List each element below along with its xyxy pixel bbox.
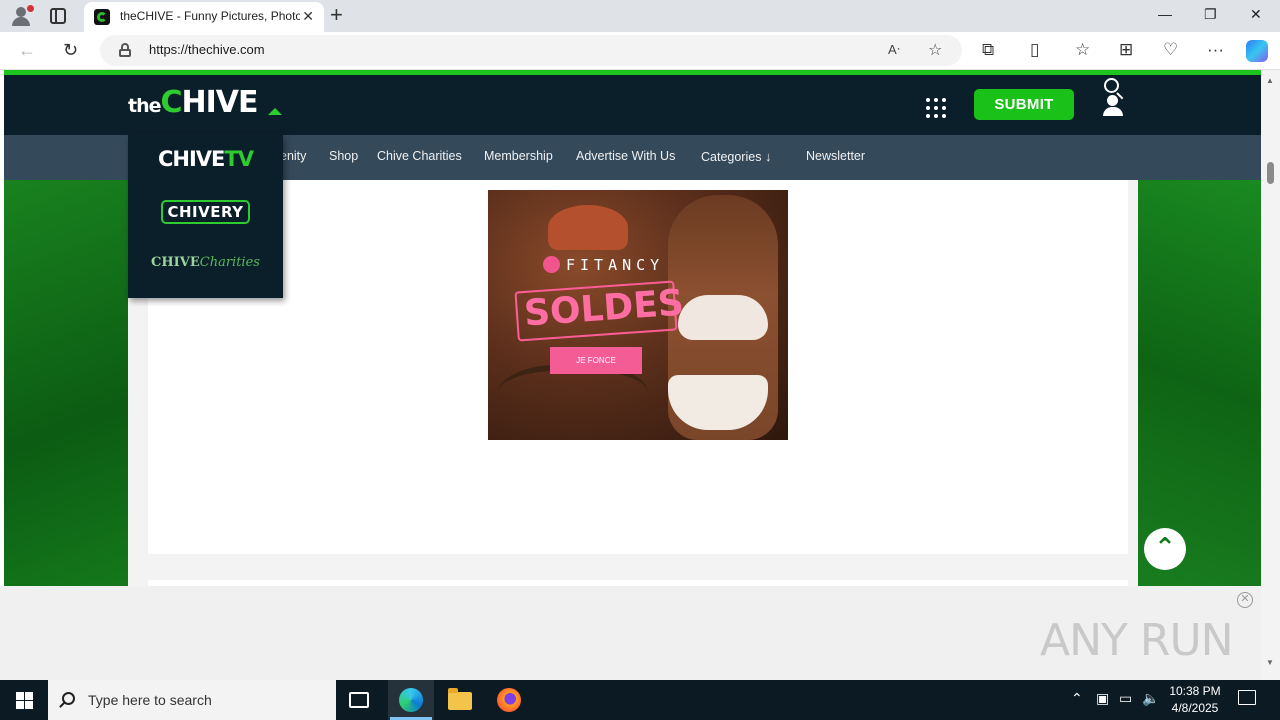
- logo-hive: HIVE: [181, 85, 259, 120]
- volume-icon[interactable]: 🔈: [1142, 690, 1159, 707]
- address-bar[interactable]: https://thechive.com Aᐧ ☆: [100, 35, 962, 66]
- fitancy-logo-icon: [543, 256, 560, 273]
- taskbar-search-placeholder: Type here to search: [88, 692, 212, 708]
- anyrun-watermark: ANY RUN: [1040, 615, 1234, 666]
- notifications-icon[interactable]: [1238, 690, 1256, 705]
- firefox-taskbar-icon[interactable]: [497, 688, 521, 712]
- browser-tab-active[interactable]: theCHIVE - Funny Pictures, Photo ✕: [84, 2, 324, 32]
- browser-essentials-icon[interactable]: ♡: [1163, 40, 1178, 60]
- close-ad-icon[interactable]: ✕: [1237, 592, 1253, 608]
- ad-cta-button[interactable]: JE FONCE: [550, 347, 642, 374]
- tab-close-icon[interactable]: ✕: [302, 8, 314, 25]
- new-tab-button[interactable]: +: [330, 4, 343, 26]
- copilot-icon[interactable]: [1246, 40, 1268, 62]
- logo-c: C: [160, 85, 183, 120]
- scroll-to-top-button[interactable]: ⌃: [1144, 528, 1186, 570]
- ad-lamp-shape: [548, 205, 628, 250]
- dropdown-chivetv[interactable]: CHIVETV: [128, 147, 283, 171]
- nav-item-chive-charities[interactable]: Chive Charities: [377, 149, 462, 163]
- fitancy-ad[interactable]: FITANCY SOLDES JE FONCE: [488, 190, 788, 440]
- dropdown-chivery[interactable]: CHIVERY: [128, 200, 283, 224]
- refresh-icon[interactable]: ↻: [63, 40, 78, 61]
- tab-title: theCHIVE - Funny Pictures, Photo: [120, 9, 300, 23]
- scrollbar-thumb[interactable]: [1267, 162, 1274, 184]
- scroll-up-icon[interactable]: ▲: [1266, 76, 1274, 85]
- scroll-down-icon[interactable]: ▼: [1266, 658, 1274, 667]
- network-icon[interactable]: ▭: [1119, 690, 1132, 707]
- apps-grid-icon[interactable]: [926, 98, 946, 118]
- dropdown-chive-charities[interactable]: CHIVECharities: [128, 255, 283, 270]
- nav-categories-label: Categories: [701, 150, 762, 164]
- double-chevron-up-icon: ⌃: [1154, 532, 1176, 562]
- background-left: [4, 180, 128, 586]
- read-aloud-icon[interactable]: Aᐧ: [888, 42, 900, 58]
- page-scrollbar[interactable]: ▲ ▼: [1261, 70, 1280, 680]
- collections-icon[interactable]: ⊞: [1119, 40, 1133, 60]
- site-favicon-icon: [94, 9, 110, 25]
- charities-main-label: CHIVE: [151, 255, 200, 270]
- meet-now-icon[interactable]: ▣: [1096, 690, 1109, 707]
- clock-time: 10:38 PM: [1169, 684, 1221, 698]
- ad-chair-shape: [498, 365, 648, 435]
- arrow-down-icon: ↓: [764, 149, 772, 164]
- favorites-icon[interactable]: ☆: [1075, 40, 1090, 60]
- search-icon: [62, 692, 75, 705]
- chivetv-label: CHIVE: [158, 147, 225, 171]
- caret-up-icon[interactable]: [268, 108, 282, 115]
- file-explorer-icon[interactable]: [448, 688, 472, 710]
- back-icon[interactable]: ←: [18, 40, 36, 61]
- site-search-icon[interactable]: [1104, 78, 1126, 100]
- extensions-icon[interactable]: ⧉: [982, 40, 994, 60]
- tray-chevron-icon[interactable]: ⌃: [1071, 690, 1083, 707]
- site-logo[interactable]: theCHIVE: [128, 85, 259, 125]
- tab-actions-icon[interactable]: [50, 8, 66, 24]
- chive-network-dropdown: CHIVETV CHIVERY CHIVECharities: [128, 135, 283, 298]
- submit-button[interactable]: SUBMIT: [974, 89, 1074, 120]
- taskbar-search-box[interactable]: Type here to search: [48, 680, 336, 720]
- chivetv-suffix: TV: [224, 147, 254, 171]
- nav-item-categories[interactable]: Categories ↓: [701, 149, 771, 164]
- charities-script-label: Charities: [199, 255, 260, 270]
- ad-brand: FITANCY: [566, 256, 665, 274]
- url-text[interactable]: https://thechive.com: [149, 42, 265, 57]
- restore-button[interactable]: ❐: [1204, 6, 1217, 23]
- clock-date: 4/8/2025: [1171, 701, 1219, 715]
- split-screen-icon[interactable]: ▯: [1030, 40, 1039, 60]
- nav-item-membership[interactable]: Membership: [484, 149, 553, 163]
- task-view-icon[interactable]: [349, 692, 369, 708]
- chivery-label: CHIVERY: [161, 200, 250, 224]
- web-page-viewport: theCHIVE SUBMIT enity Shop Chive Chariti…: [4, 70, 1261, 586]
- site-header: theCHIVE SUBMIT: [4, 75, 1261, 135]
- nav-item-advertise[interactable]: Advertise With Us: [576, 149, 675, 163]
- nav-item-shop[interactable]: Shop: [329, 149, 358, 163]
- minimize-button[interactable]: —: [1158, 6, 1172, 22]
- favorite-star-icon[interactable]: ☆: [928, 40, 942, 60]
- browser-tab-strip: theCHIVE - Funny Pictures, Photo ✕ + — ❐…: [0, 0, 1280, 32]
- ad-garment-top: [678, 295, 768, 340]
- windows-taskbar: Type here to search: [0, 680, 1280, 720]
- edge-taskbar-icon[interactable]: [399, 688, 423, 712]
- more-icon[interactable]: ···: [1207, 40, 1224, 60]
- logo-the: the: [128, 95, 161, 117]
- nav-item-humanity[interactable]: enity: [280, 149, 306, 163]
- windows-start-icon[interactable]: [16, 692, 33, 709]
- nav-item-newsletter[interactable]: Newsletter: [806, 149, 865, 163]
- lock-icon[interactable]: [119, 43, 131, 57]
- background-right: [1138, 180, 1261, 586]
- profile-icon[interactable]: [10, 5, 34, 27]
- taskbar-clock[interactable]: 10:38 PM 4/8/2025: [1166, 683, 1224, 717]
- close-window-button[interactable]: ✕: [1250, 6, 1262, 23]
